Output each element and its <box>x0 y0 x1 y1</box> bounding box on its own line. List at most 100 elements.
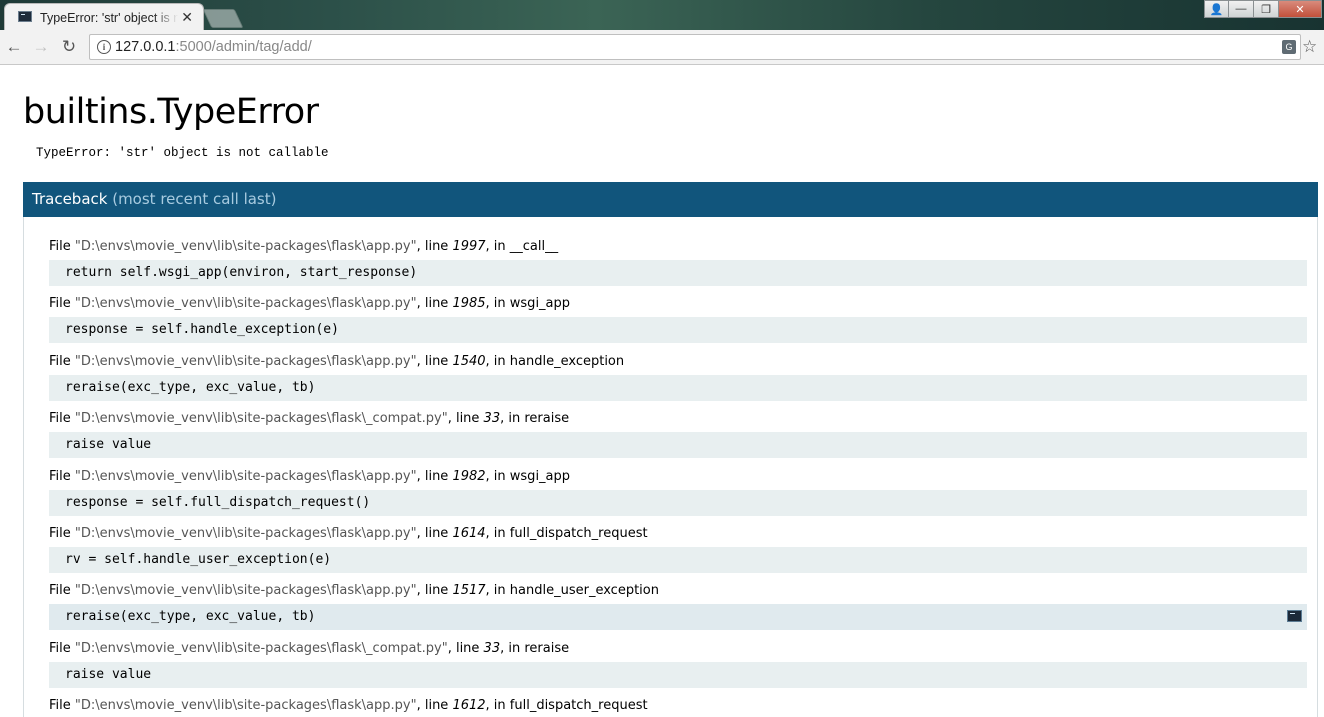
terminal-favicon-icon <box>18 11 32 22</box>
url-path: :5000/admin/tag/add/ <box>175 39 312 55</box>
frame-function: reraise <box>524 411 570 427</box>
line-prefix: , line <box>416 526 453 541</box>
translate-icon[interactable]: G <box>1282 40 1296 54</box>
file-prefix: File <box>49 526 75 541</box>
tab-title: TypeError: 'str' object is not callable <box>40 11 178 25</box>
frame-filename: "D:\envs\movie_venv\lib\site-packages\fl… <box>74 526 417 541</box>
url-text[interactable]: 127.0.0.1:5000/admin/tag/add/ <box>115 39 312 55</box>
in-prefix: , in <box>485 526 510 541</box>
maximize-button[interactable]: ❐ <box>1253 0 1279 18</box>
frame-function: handle_user_exception <box>509 583 659 599</box>
error-message: TypeError: 'str' object is not callable <box>36 146 329 160</box>
frame-location: File "D:\envs\movie_venv\lib\site-packag… <box>49 641 569 656</box>
in-prefix: , in <box>485 296 510 312</box>
line-prefix: , line <box>416 698 453 714</box>
frame-filename: "D:\envs\movie_venv\lib\site-packages\fl… <box>74 640 448 656</box>
file-prefix: File <box>49 296 75 312</box>
frame-source-line[interactable]: raise value <box>49 432 1307 459</box>
frame-source-line[interactable]: raise value <box>49 661 1307 688</box>
window-controls: 👤 — ❐ ✕ <box>1204 0 1322 20</box>
frame-source-code: return self.wsgi_app(environ, start_resp… <box>65 265 418 280</box>
frame-location: File "D:\envs\movie_venv\lib\site-packag… <box>49 354 624 369</box>
frame-location: File "D:\envs\movie_venv\lib\site-packag… <box>49 411 569 426</box>
frame-location: File "D:\envs\movie_venv\lib\site-packag… <box>49 296 570 311</box>
frame-function: reraise <box>524 640 570 656</box>
frame-line-number: 1517 <box>452 583 486 599</box>
browser-toolbar: ← → ↻ i 127.0.0.1:5000/admin/tag/add/ G … <box>0 30 1324 65</box>
frame-location: File "D:\envs\movie_venv\lib\site-packag… <box>49 526 648 541</box>
close-window-button[interactable]: ✕ <box>1278 0 1322 18</box>
frame-line-number: 1997 <box>452 239 486 254</box>
frame-source-code: response = self.handle_exception(e) <box>65 322 339 338</box>
frame-location: File "D:\envs\movie_venv\lib\site-packag… <box>49 469 570 484</box>
frame-source-line[interactable]: reraise(exc_type, exc_value, tb) <box>49 604 1307 631</box>
frame-source-line[interactable]: return self.wsgi_app(environ, start_resp… <box>49 260 1307 286</box>
file-prefix: File <box>49 698 75 714</box>
reload-icon[interactable]: ↻ <box>59 37 79 57</box>
back-arrow-icon[interactable]: ← <box>4 37 24 57</box>
traceback-body: File "D:\envs\movie_venv\lib\site-packag… <box>23 217 1318 717</box>
traceback-header: Traceback (most recent call last) <box>23 182 1318 217</box>
frame-function: wsgi_app <box>509 296 571 312</box>
file-prefix: File <box>49 353 75 369</box>
file-prefix: File <box>49 468 75 484</box>
frame-line-number: 1540 <box>452 353 486 369</box>
frame-function: handle_exception <box>509 353 625 369</box>
forward-arrow-icon[interactable]: → <box>31 37 51 57</box>
address-bar[interactable]: i 127.0.0.1:5000/admin/tag/add/ G <box>89 34 1301 60</box>
minimize-button[interactable]: — <box>1228 0 1254 18</box>
file-prefix: File <box>49 411 75 427</box>
in-prefix: , in <box>485 353 510 369</box>
frame-filename: "D:\envs\movie_venv\lib\site-packages\fl… <box>74 296 417 312</box>
frame-filename: "D:\envs\movie_venv\lib\site-packages\fl… <box>74 698 417 714</box>
browser-titlebar: TypeError: 'str' object is not callable … <box>0 0 1324 30</box>
frame-location: File "D:\envs\movie_venv\lib\site-packag… <box>49 239 558 254</box>
frame-line-number: 1612 <box>452 698 486 714</box>
frame-source-code: response = self.full_dispatch_request() <box>65 494 371 510</box>
frame-line-number: 1614 <box>452 526 486 541</box>
frame-source-code: raise value <box>65 666 152 682</box>
frame-filename: "D:\envs\movie_venv\lib\site-packages\fl… <box>74 411 448 427</box>
line-prefix: , line <box>416 583 453 599</box>
new-tab-button[interactable] <box>202 9 244 28</box>
frame-function: wsgi_app <box>509 468 571 484</box>
user-profile-button[interactable]: 👤 <box>1204 0 1229 18</box>
frame-source-line[interactable]: reraise(exc_type, exc_value, tb) <box>49 374 1307 401</box>
frame-source-line[interactable]: response = self.full_dispatch_request() <box>49 489 1307 516</box>
url-host: 127.0.0.1 <box>115 39 176 55</box>
line-prefix: , line <box>447 640 484 656</box>
frame-source-code: reraise(exc_type, exc_value, tb) <box>65 379 316 395</box>
frame-source-code: rv = self.handle_user_exception(e) <box>65 552 332 567</box>
error-title: builtins.TypeError <box>23 92 319 132</box>
frame-location: File "D:\envs\movie_venv\lib\site-packag… <box>49 583 659 598</box>
in-prefix: , in <box>485 583 510 599</box>
frame-filename: "D:\envs\movie_venv\lib\site-packages\fl… <box>74 583 417 599</box>
frame-source-line[interactable]: response = self.handle_exception(e) <box>49 317 1307 344</box>
in-prefix: , in <box>500 640 525 656</box>
traceback-label: Traceback <box>32 190 108 208</box>
frame-source-code: reraise(exc_type, exc_value, tb) <box>65 609 316 625</box>
bookmark-star-icon[interactable]: ☆ <box>1302 37 1317 57</box>
line-prefix: , line <box>416 239 453 254</box>
open-console-icon[interactable] <box>1287 610 1302 623</box>
tab-close-icon[interactable]: ✕ <box>181 9 193 25</box>
file-prefix: File <box>49 583 75 599</box>
frame-filename: "D:\envs\movie_venv\lib\site-packages\fl… <box>74 353 417 369</box>
in-prefix: , in <box>485 698 510 714</box>
file-prefix: File <box>49 640 75 656</box>
frame-filename: "D:\envs\movie_venv\lib\site-packages\fl… <box>74 468 417 484</box>
browser-tab[interactable]: TypeError: 'str' object is not callable … <box>4 3 204 30</box>
frame-location: File "D:\envs\movie_venv\lib\site-packag… <box>49 698 648 713</box>
traceback-sublabel: (most recent call last) <box>107 190 277 208</box>
line-prefix: , line <box>416 296 453 312</box>
frame-line-number: 1985 <box>452 296 486 312</box>
frame-function: full_dispatch_request <box>509 698 648 714</box>
frame-source-line[interactable]: rv = self.handle_user_exception(e) <box>49 547 1307 573</box>
in-prefix: , in <box>485 468 510 484</box>
frame-function: full_dispatch_request <box>509 526 648 541</box>
site-info-icon[interactable]: i <box>97 40 111 54</box>
line-prefix: , line <box>416 468 453 484</box>
frame-line-number: 33 <box>483 640 501 656</box>
frame-function: __call__ <box>509 239 559 254</box>
in-prefix: , in <box>485 239 510 254</box>
